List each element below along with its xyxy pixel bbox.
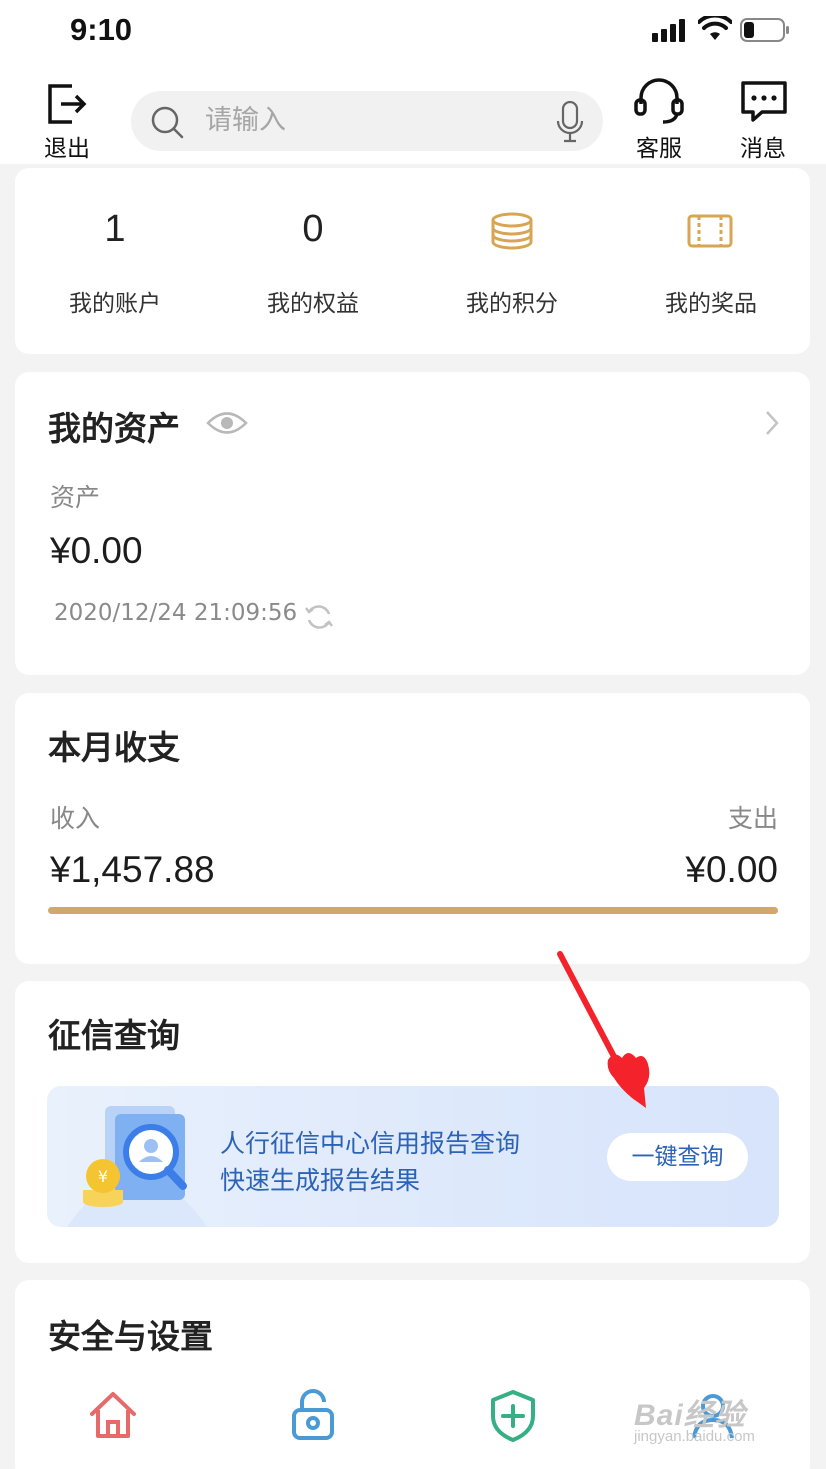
credit-title: 征信查询: [48, 1016, 180, 1055]
service-label: 客服: [636, 136, 682, 162]
wifi-icon: [698, 16, 732, 40]
monthly-card[interactable]: 本月收支 收入 支出 ¥1,457.88 ¥0.00: [15, 693, 810, 964]
customer-service-button[interactable]: 客服: [614, 78, 704, 162]
stat-value: 0: [302, 208, 324, 250]
credit-report-icon: ¥: [67, 1106, 207, 1227]
ticket-icon: [687, 214, 733, 248]
asset-timestamp: 2020/12/24 21:09:56: [54, 600, 298, 626]
one-click-query-button[interactable]: 一键查询: [607, 1133, 748, 1181]
battery-icon: [740, 18, 789, 42]
stat-label: 我的积分: [466, 291, 558, 317]
eye-icon[interactable]: [206, 410, 248, 436]
baidu-watermark: Bai经验 jingyan.baidu.com: [630, 1380, 790, 1452]
chevron-right-icon[interactable]: [763, 409, 781, 437]
logout-label: 退出: [44, 136, 90, 162]
credit-card: 征信查询 ¥ 人行征信中心信用报告查询 快速生成报告结果 一键查询: [15, 981, 810, 1263]
search-icon: [151, 106, 184, 139]
svg-text:¥: ¥: [98, 1167, 108, 1186]
annotation-arrow-icon: [557, 951, 650, 1108]
lock-icon[interactable]: [286, 1388, 340, 1442]
stat-my-rights[interactable]: 0 我的权益: [213, 168, 413, 354]
messages-label: 消息: [740, 136, 786, 162]
watermark-line-2: jingyan.baidu.com: [634, 1428, 755, 1445]
monthly-title: 本月收支: [48, 728, 180, 767]
stat-my-account[interactable]: 1 我的账户: [15, 168, 215, 354]
coins-icon: [491, 212, 533, 250]
top-bar: 退出 请输入 客服 消息: [0, 64, 826, 164]
banner-line-2: 快速生成报告结果: [220, 1166, 421, 1195]
stat-my-prizes[interactable]: 我的奖品: [611, 168, 811, 354]
expense-label: 支出: [727, 804, 778, 833]
logout-icon: [48, 84, 87, 124]
messages-button[interactable]: 消息: [718, 78, 808, 162]
shield-plus-icon[interactable]: [486, 1388, 540, 1442]
income-label: 收入: [50, 804, 101, 833]
stats-card: 1 我的账户 0 我的权益 我的积分 我的奖品: [15, 168, 810, 354]
microphone-icon[interactable]: [555, 101, 585, 143]
stat-label: 我的账户: [69, 291, 161, 317]
security-title: 安全与设置: [48, 1317, 213, 1356]
refresh-icon[interactable]: [304, 602, 334, 632]
headset-icon: [634, 78, 684, 124]
assets-title: 我的资产: [48, 409, 180, 448]
expense-value: ¥0.00: [685, 849, 778, 890]
asset-label: 资产: [50, 483, 101, 512]
status-bar: 9:10: [0, 0, 826, 64]
search-input[interactable]: 请输入: [205, 105, 286, 137]
assets-card[interactable]: 我的资产 资产 ¥0.00 2020/12/24 21:09:56: [15, 372, 810, 675]
stat-value: 1: [104, 208, 126, 250]
stat-my-points[interactable]: 我的积分: [412, 168, 612, 354]
status-time: 9:10: [70, 12, 133, 47]
logout-button[interactable]: 退出: [22, 78, 112, 162]
credit-banner[interactable]: ¥ 人行征信中心信用报告查询 快速生成报告结果 一键查询: [47, 1086, 779, 1227]
message-icon: [741, 81, 787, 122]
income-value: ¥1,457.88: [50, 849, 215, 890]
asset-value: ¥0.00: [50, 530, 143, 571]
banner-line-1: 人行征信中心信用报告查询: [220, 1129, 521, 1158]
cellular-signal-icon: [652, 18, 688, 42]
stat-label: 我的奖品: [665, 291, 757, 317]
stat-label: 我的权益: [267, 291, 359, 317]
home-icon[interactable]: [86, 1388, 140, 1442]
income-expense-bar: [48, 907, 778, 914]
search-bar[interactable]: 请输入: [131, 91, 603, 151]
